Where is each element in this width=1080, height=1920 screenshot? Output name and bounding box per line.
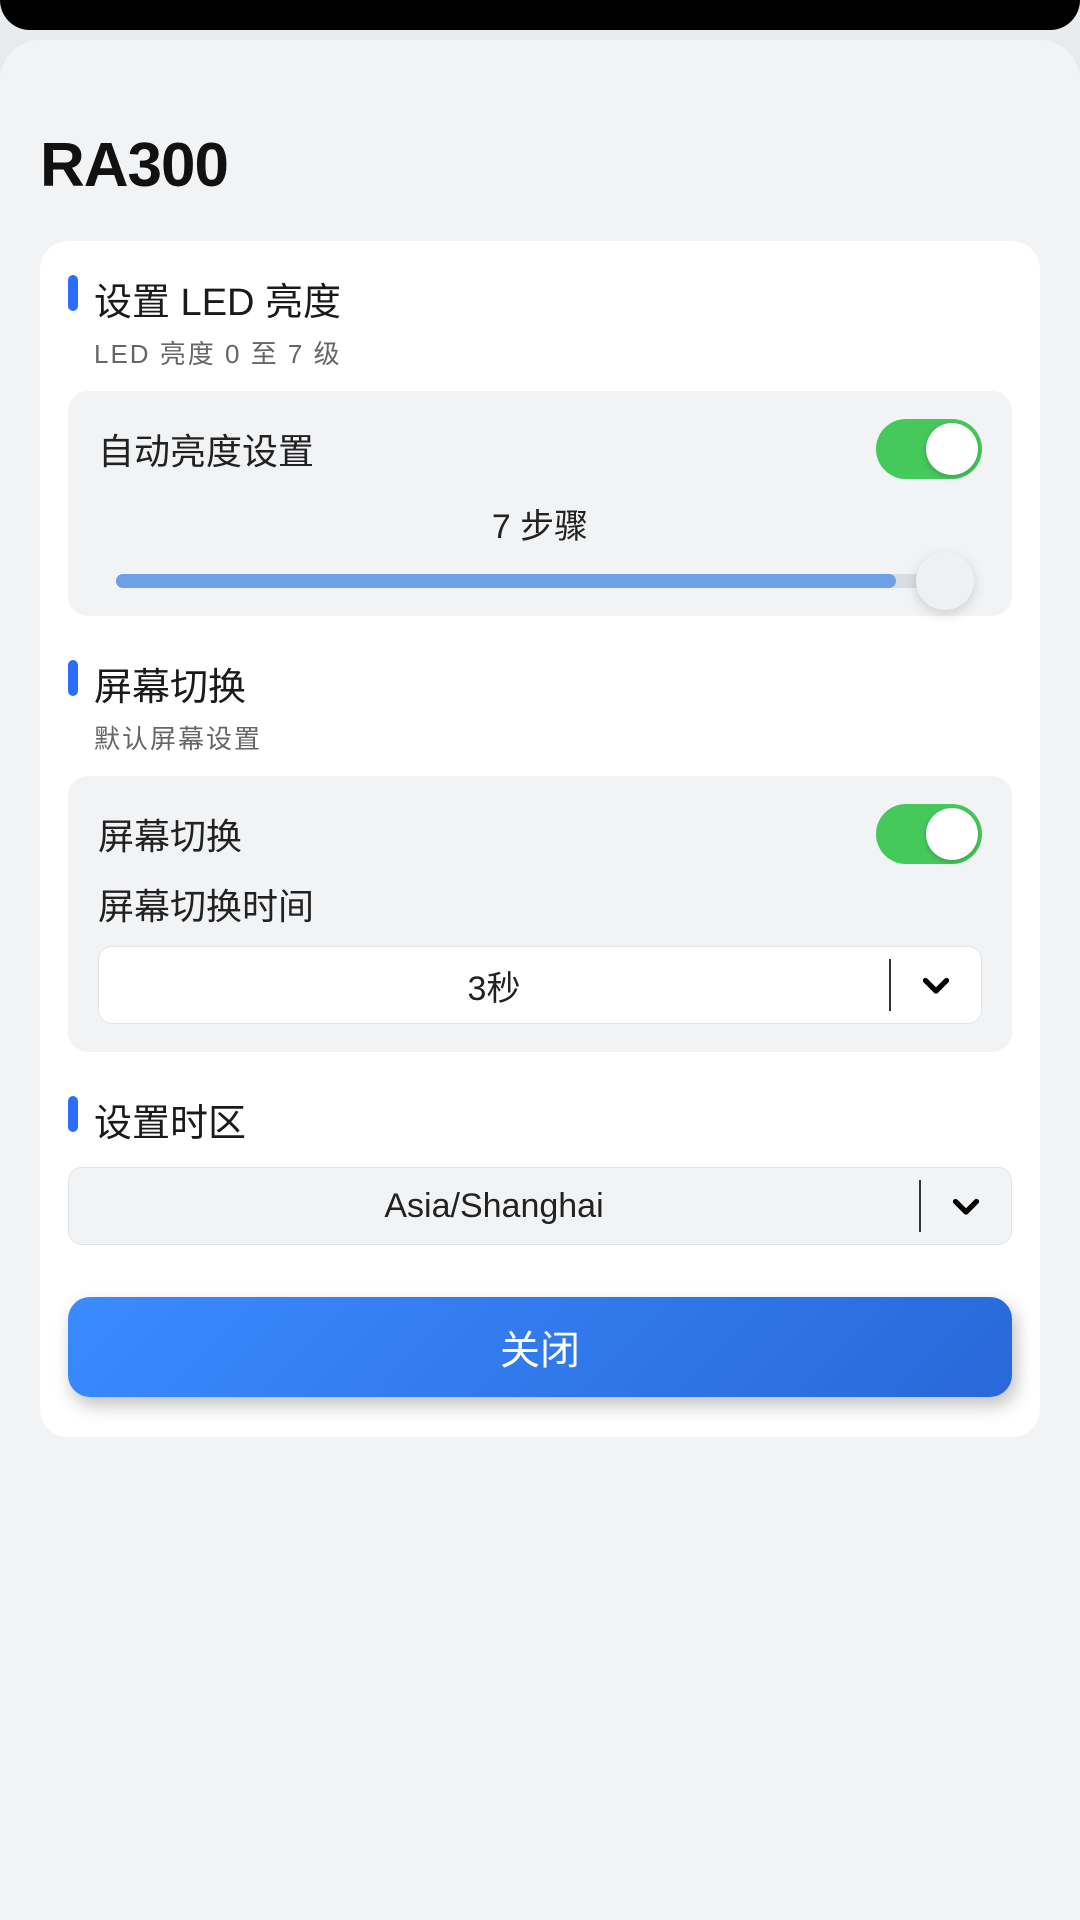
brightness-slider[interactable] (116, 574, 964, 588)
settings-card: 设置 LED 亮度 LED 亮度 0 至 7 级 自动亮度设置 7 步骤 (40, 241, 1040, 1437)
screen-switch-time-label: 屏幕切换时间 (98, 878, 982, 930)
screen-switch-time-value: 3秒 (99, 961, 889, 1010)
timezone-section-header: 设置时区 (68, 1092, 1012, 1147)
screen-switch-panel: 屏幕切换 屏幕切换时间 3秒 (68, 776, 1012, 1052)
slider-fill (116, 574, 896, 588)
section-text: 设置 LED 亮度 LED 亮度 0 至 7 级 (94, 271, 342, 371)
screen-switch-subtitle: 默认屏幕设置 (94, 719, 262, 756)
status-bar (0, 0, 1080, 30)
toggle-thumb (926, 423, 978, 475)
brightness-step-value: 7 步骤 (98, 499, 982, 548)
screen-switch-toggle[interactable] (876, 804, 982, 864)
page-title: RA300 (40, 130, 1040, 201)
section-text: 设置时区 (94, 1092, 246, 1147)
screen-switch-title: 屏幕切换 (94, 656, 262, 711)
section-accent-bar (68, 275, 78, 311)
auto-brightness-row: 自动亮度设置 (98, 419, 982, 479)
settings-sheet: RA300 设置 LED 亮度 LED 亮度 0 至 7 级 自动亮度设置 7 … (0, 40, 1080, 1920)
timezone-value: Asia/Shanghai (69, 1187, 919, 1226)
chevron-down-icon (948, 1188, 984, 1224)
select-arrow (891, 967, 981, 1003)
spacer (68, 1052, 1012, 1092)
brightness-subtitle: LED 亮度 0 至 7 级 (94, 334, 342, 371)
timezone-select[interactable]: Asia/Shanghai (68, 1167, 1012, 1245)
section-accent-bar (68, 1096, 78, 1132)
brightness-panel: 自动亮度设置 7 步骤 (68, 391, 1012, 616)
select-arrow (921, 1188, 1011, 1224)
auto-brightness-toggle[interactable] (876, 419, 982, 479)
close-button[interactable]: 关闭 (68, 1297, 1012, 1397)
auto-brightness-label: 自动亮度设置 (98, 423, 314, 475)
brightness-section-header: 设置 LED 亮度 LED 亮度 0 至 7 级 (68, 271, 1012, 371)
chevron-down-icon (918, 967, 954, 1003)
screen-switch-section-header: 屏幕切换 默认屏幕设置 (68, 656, 1012, 756)
section-text: 屏幕切换 默认屏幕设置 (94, 656, 262, 756)
timezone-title: 设置时区 (94, 1092, 246, 1147)
spacer (68, 616, 1012, 656)
brightness-title: 设置 LED 亮度 (94, 271, 342, 326)
toggle-thumb (926, 808, 978, 860)
screen-switch-toggle-label: 屏幕切换 (98, 808, 242, 860)
close-button-label: 关闭 (500, 1318, 580, 1376)
slider-thumb (916, 552, 974, 610)
screen-switch-time-select[interactable]: 3秒 (98, 946, 982, 1024)
section-accent-bar (68, 660, 78, 696)
screen-switch-toggle-row: 屏幕切换 (98, 804, 982, 864)
